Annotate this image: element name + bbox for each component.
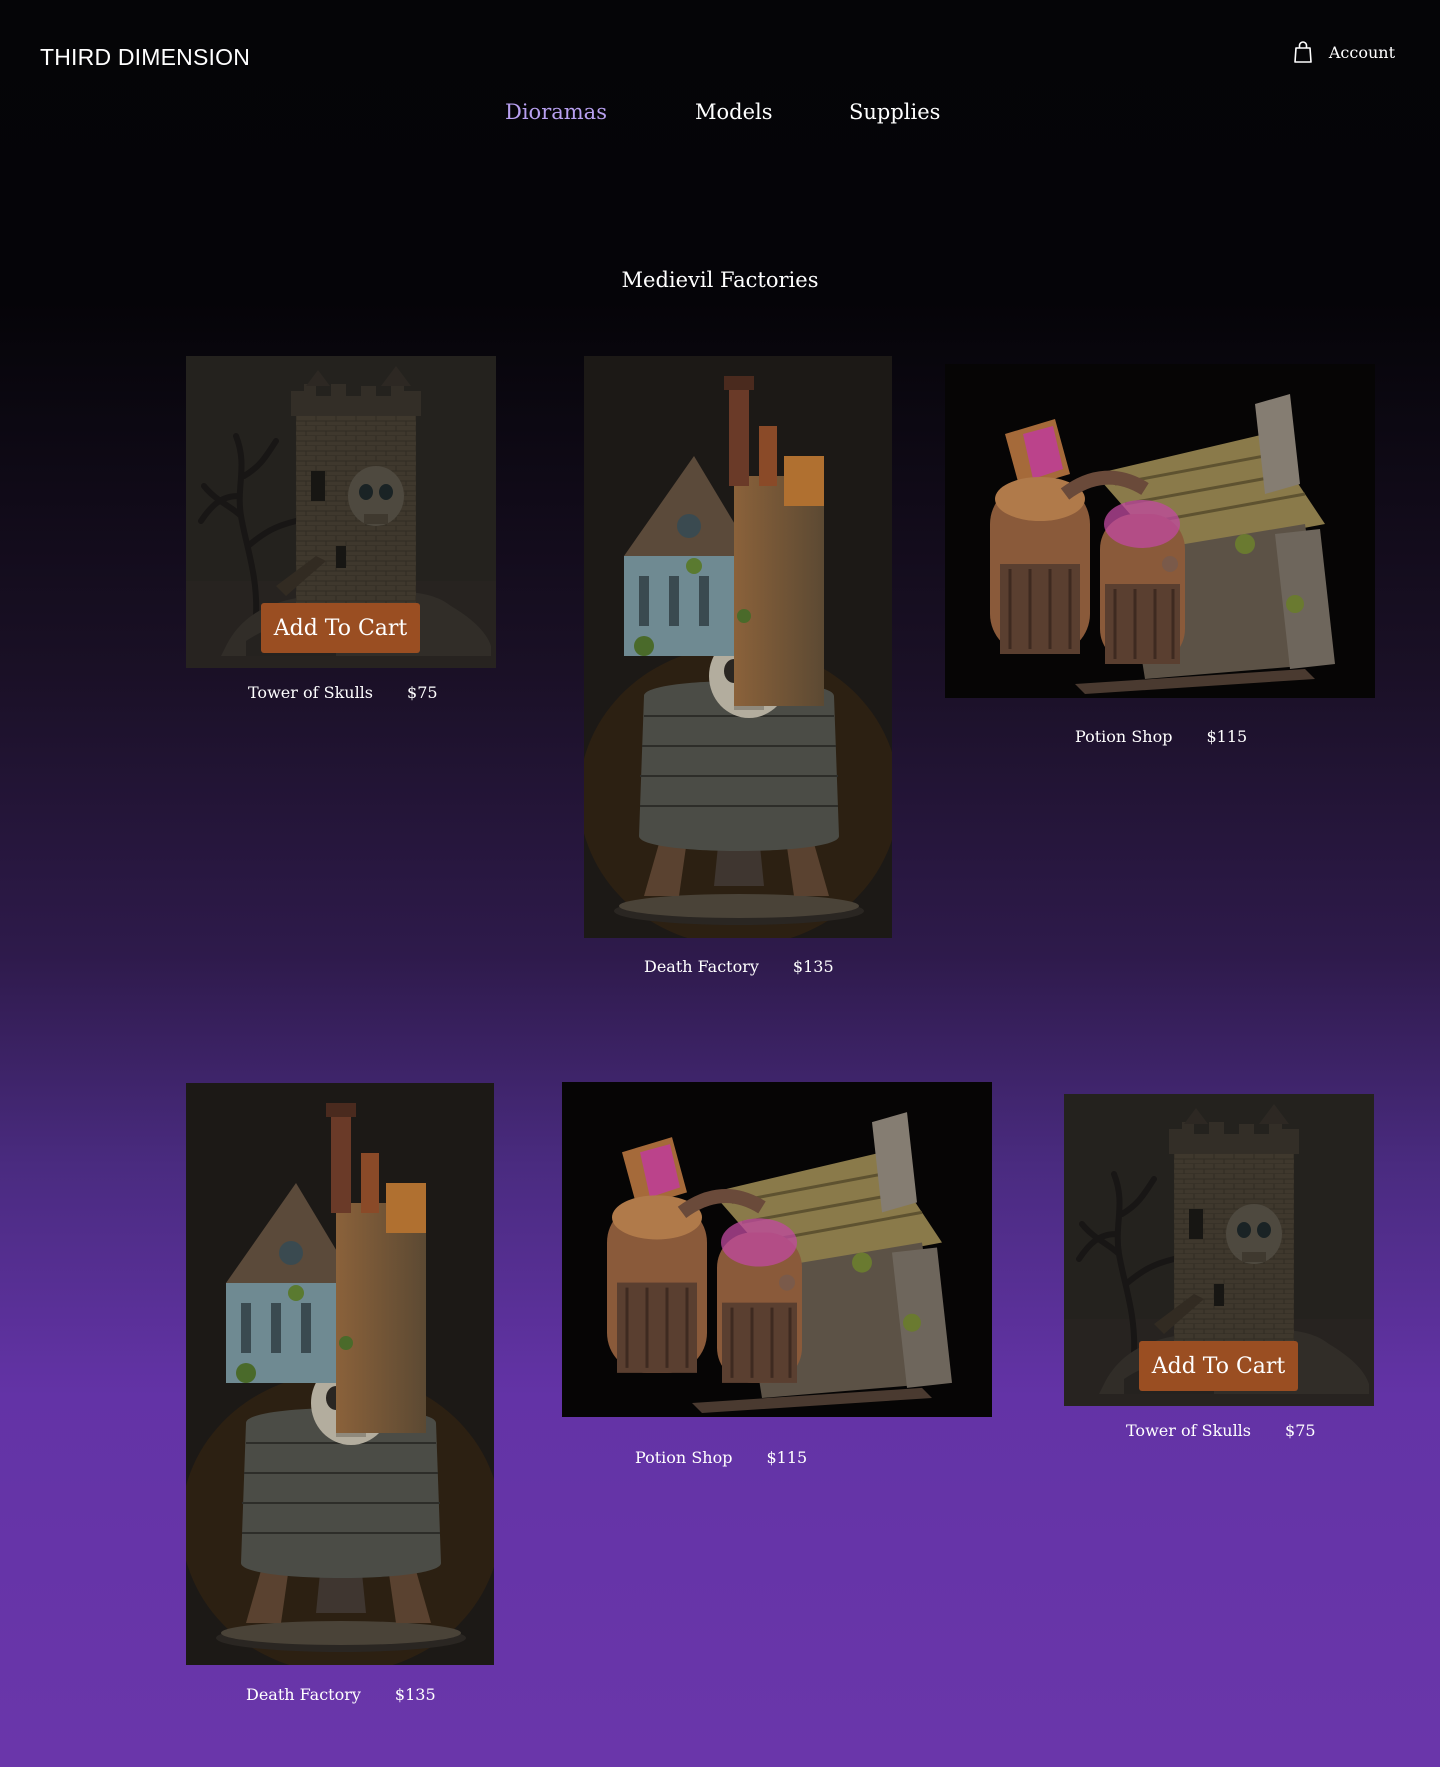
- product-name[interactable]: Potion Shop: [635, 1448, 732, 1467]
- product-name[interactable]: Death Factory: [246, 1685, 361, 1704]
- death-factory-image: [186, 1083, 494, 1665]
- product-image-tower-of-skulls[interactable]: Add To Cart: [186, 356, 496, 668]
- potion-shop-image: [945, 364, 1375, 698]
- shopping-bag-icon[interactable]: [1293, 40, 1313, 64]
- product-image-death-factory[interactable]: [584, 356, 892, 938]
- nav-item-models[interactable]: Models: [695, 100, 773, 124]
- nav-item-supplies[interactable]: Supplies: [849, 100, 940, 124]
- product-caption: Tower of Skulls $75: [1126, 1421, 1316, 1440]
- account-label[interactable]: Account: [1329, 43, 1395, 62]
- section-title: Medievil Factories: [621, 268, 819, 292]
- product-name[interactable]: Tower of Skulls: [248, 683, 373, 702]
- product-price: $75: [1285, 1421, 1316, 1440]
- death-factory-image: [584, 356, 892, 938]
- product-price: $135: [394, 1685, 436, 1704]
- product-caption: Potion Shop $115: [1075, 727, 1247, 746]
- product-image-tower-of-skulls[interactable]: Add To Cart: [1064, 1094, 1374, 1406]
- product-image-potion-shop[interactable]: [562, 1082, 992, 1417]
- product-name[interactable]: Death Factory: [644, 957, 759, 976]
- product-price: $115: [766, 1448, 808, 1467]
- main-nav: Dioramas Models Supplies: [0, 100, 1440, 130]
- add-to-cart-button[interactable]: Add To Cart: [261, 603, 420, 653]
- product-price: $135: [792, 957, 834, 976]
- product-caption: Death Factory $135: [246, 1685, 436, 1704]
- product-caption: Death Factory $135: [644, 957, 834, 976]
- account-link[interactable]: Account: [1293, 40, 1395, 64]
- product-name[interactable]: Tower of Skulls: [1126, 1421, 1251, 1440]
- product-image-potion-shop[interactable]: [945, 364, 1375, 698]
- product-price: $115: [1206, 727, 1248, 746]
- product-caption: Potion Shop $115: [635, 1448, 807, 1467]
- brand-logo[interactable]: THIRD DIMENSION: [40, 44, 250, 71]
- product-image-death-factory[interactable]: [186, 1083, 494, 1665]
- nav-item-dioramas[interactable]: Dioramas: [505, 100, 607, 124]
- product-name[interactable]: Potion Shop: [1075, 727, 1172, 746]
- potion-shop-image: [562, 1082, 992, 1417]
- product-caption: Tower of Skulls $75: [248, 683, 438, 702]
- product-price: $75: [407, 683, 438, 702]
- add-to-cart-button[interactable]: Add To Cart: [1139, 1341, 1298, 1391]
